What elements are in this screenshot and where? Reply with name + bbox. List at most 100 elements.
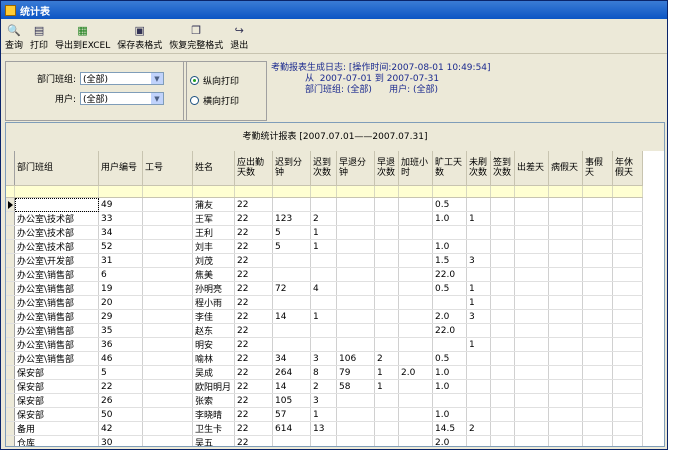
table-cell[interactable] <box>514 365 549 380</box>
table-cell[interactable] <box>374 225 399 240</box>
table-cell[interactable] <box>612 393 643 408</box>
table-cell[interactable]: 1 <box>466 337 491 352</box>
table-cell[interactable] <box>612 309 643 324</box>
table-cell[interactable] <box>142 407 193 422</box>
table-cell[interactable] <box>548 323 583 338</box>
table-cell[interactable]: 1.0 <box>432 365 467 380</box>
table-cell[interactable] <box>466 267 491 282</box>
table-cell[interactable] <box>514 393 549 408</box>
table-cell[interactable] <box>398 379 433 394</box>
table-cell[interactable]: 1.0 <box>432 211 467 226</box>
table-cell[interactable] <box>374 393 399 408</box>
row-indicator[interactable] <box>6 309 15 324</box>
table-cell[interactable] <box>582 407 613 422</box>
table-row[interactable]: 办公室\销售部 20 程小雨 22 1 <box>6 295 643 310</box>
table-cell[interactable]: 22 <box>234 421 273 436</box>
table-cell[interactable] <box>582 351 613 366</box>
table-cell[interactable]: 明安 <box>192 337 235 352</box>
table-cell[interactable] <box>336 309 375 324</box>
table-cell[interactable] <box>612 253 643 268</box>
table-cell[interactable] <box>548 309 583 324</box>
table-cell[interactable] <box>398 281 433 296</box>
table-cell[interactable] <box>398 435 433 446</box>
table-cell[interactable]: 焦美 <box>192 267 235 282</box>
column-header[interactable]: 用户编号 <box>98 151 143 186</box>
table-cell[interactable] <box>612 365 643 380</box>
table-cell[interactable] <box>398 309 433 324</box>
row-indicator[interactable] <box>6 337 15 352</box>
table-cell[interactable]: 4 <box>310 281 337 296</box>
table-cell[interactable] <box>548 351 583 366</box>
table-cell[interactable]: 105 <box>272 393 311 408</box>
table-cell[interactable] <box>582 281 613 296</box>
row-indicator[interactable] <box>6 365 15 380</box>
table-cell[interactable] <box>432 295 467 310</box>
table-cell[interactable] <box>582 267 613 282</box>
table-cell[interactable]: 仓库 <box>14 435 99 446</box>
table-cell[interactable]: 2 <box>466 421 491 436</box>
table-cell[interactable] <box>142 351 193 366</box>
column-header[interactable]: 旷工天数 <box>432 151 467 186</box>
table-cell[interactable] <box>398 211 433 226</box>
table-row[interactable]: 保安部 26 张索 22 105 3 <box>6 393 643 408</box>
table-cell[interactable] <box>548 211 583 226</box>
table-cell[interactable] <box>490 337 515 352</box>
table-cell[interactable] <box>336 337 375 352</box>
table-cell[interactable] <box>466 323 491 338</box>
table-cell[interactable]: 5 <box>98 365 143 380</box>
table-cell[interactable]: 57 <box>272 407 311 422</box>
table-cell[interactable] <box>374 421 399 436</box>
table-cell[interactable]: 22 <box>234 407 273 422</box>
table-cell[interactable] <box>336 253 375 268</box>
row-indicator[interactable] <box>6 197 15 212</box>
exit-button[interactable]: ↪ 退出 <box>230 23 248 53</box>
table-cell[interactable]: 蒲友 <box>192 197 235 212</box>
table-cell[interactable]: 5 <box>272 239 311 254</box>
row-indicator[interactable] <box>6 239 15 254</box>
table-cell[interactable] <box>336 323 375 338</box>
table-cell[interactable]: 1.5 <box>432 253 467 268</box>
table-cell[interactable] <box>582 365 613 380</box>
table-cell[interactable]: 123 <box>272 211 311 226</box>
table-cell[interactable] <box>514 197 549 212</box>
column-header[interactable]: 病假天 <box>548 151 583 186</box>
row-indicator[interactable] <box>6 351 15 366</box>
column-header[interactable]: 签到次数 <box>490 151 515 186</box>
table-cell[interactable] <box>374 281 399 296</box>
table-cell[interactable]: 办公室\销售部 <box>14 295 99 310</box>
table-row[interactable]: 办公室\销售部 35 赵东 22 22.0 <box>6 323 643 338</box>
table-cell[interactable] <box>548 281 583 296</box>
table-row[interactable]: 办公室\销售部 36 明安 22 1 <box>6 337 643 352</box>
table-cell[interactable] <box>432 225 467 240</box>
column-header[interactable]: 迟到次数 <box>310 151 337 186</box>
table-row[interactable]: 办公室\销售部 19 孙明亮 22 72 4 0.5 1 <box>6 281 643 296</box>
table-cell[interactable] <box>490 197 515 212</box>
table-cell[interactable] <box>490 267 515 282</box>
table-cell[interactable] <box>398 239 433 254</box>
table-cell[interactable] <box>582 435 613 446</box>
table-cell[interactable]: 31 <box>98 253 143 268</box>
table-cell[interactable] <box>548 267 583 282</box>
table-cell[interactable]: 22 <box>234 379 273 394</box>
table-cell[interactable] <box>514 309 549 324</box>
table-cell[interactable] <box>548 197 583 212</box>
column-header[interactable]: 迟到分钟 <box>272 151 311 186</box>
table-cell[interactable] <box>272 295 311 310</box>
table-cell[interactable]: 49 <box>98 197 143 212</box>
user-select[interactable]: (全部) ▼ <box>80 92 164 105</box>
table-cell[interactable]: 赵东 <box>192 323 235 338</box>
column-header[interactable]: 早退分钟 <box>336 151 375 186</box>
table-cell[interactable]: 2.0 <box>432 435 467 446</box>
table-cell[interactable] <box>582 421 613 436</box>
table-cell[interactable] <box>548 225 583 240</box>
table-cell[interactable]: 79 <box>336 365 375 380</box>
table-cell[interactable] <box>514 407 549 422</box>
table-cell[interactable]: 办公室\销售部 <box>14 281 99 296</box>
table-cell[interactable] <box>490 407 515 422</box>
column-header[interactable]: 年休假天 <box>612 151 643 186</box>
table-cell[interactable]: 办公室\开发部 <box>14 253 99 268</box>
table-row[interactable]: 49 蒲友 22 0.5 <box>6 197 643 212</box>
table-cell[interactable]: 50 <box>98 407 143 422</box>
radio-button[interactable] <box>190 96 199 105</box>
table-cell[interactable] <box>612 281 643 296</box>
